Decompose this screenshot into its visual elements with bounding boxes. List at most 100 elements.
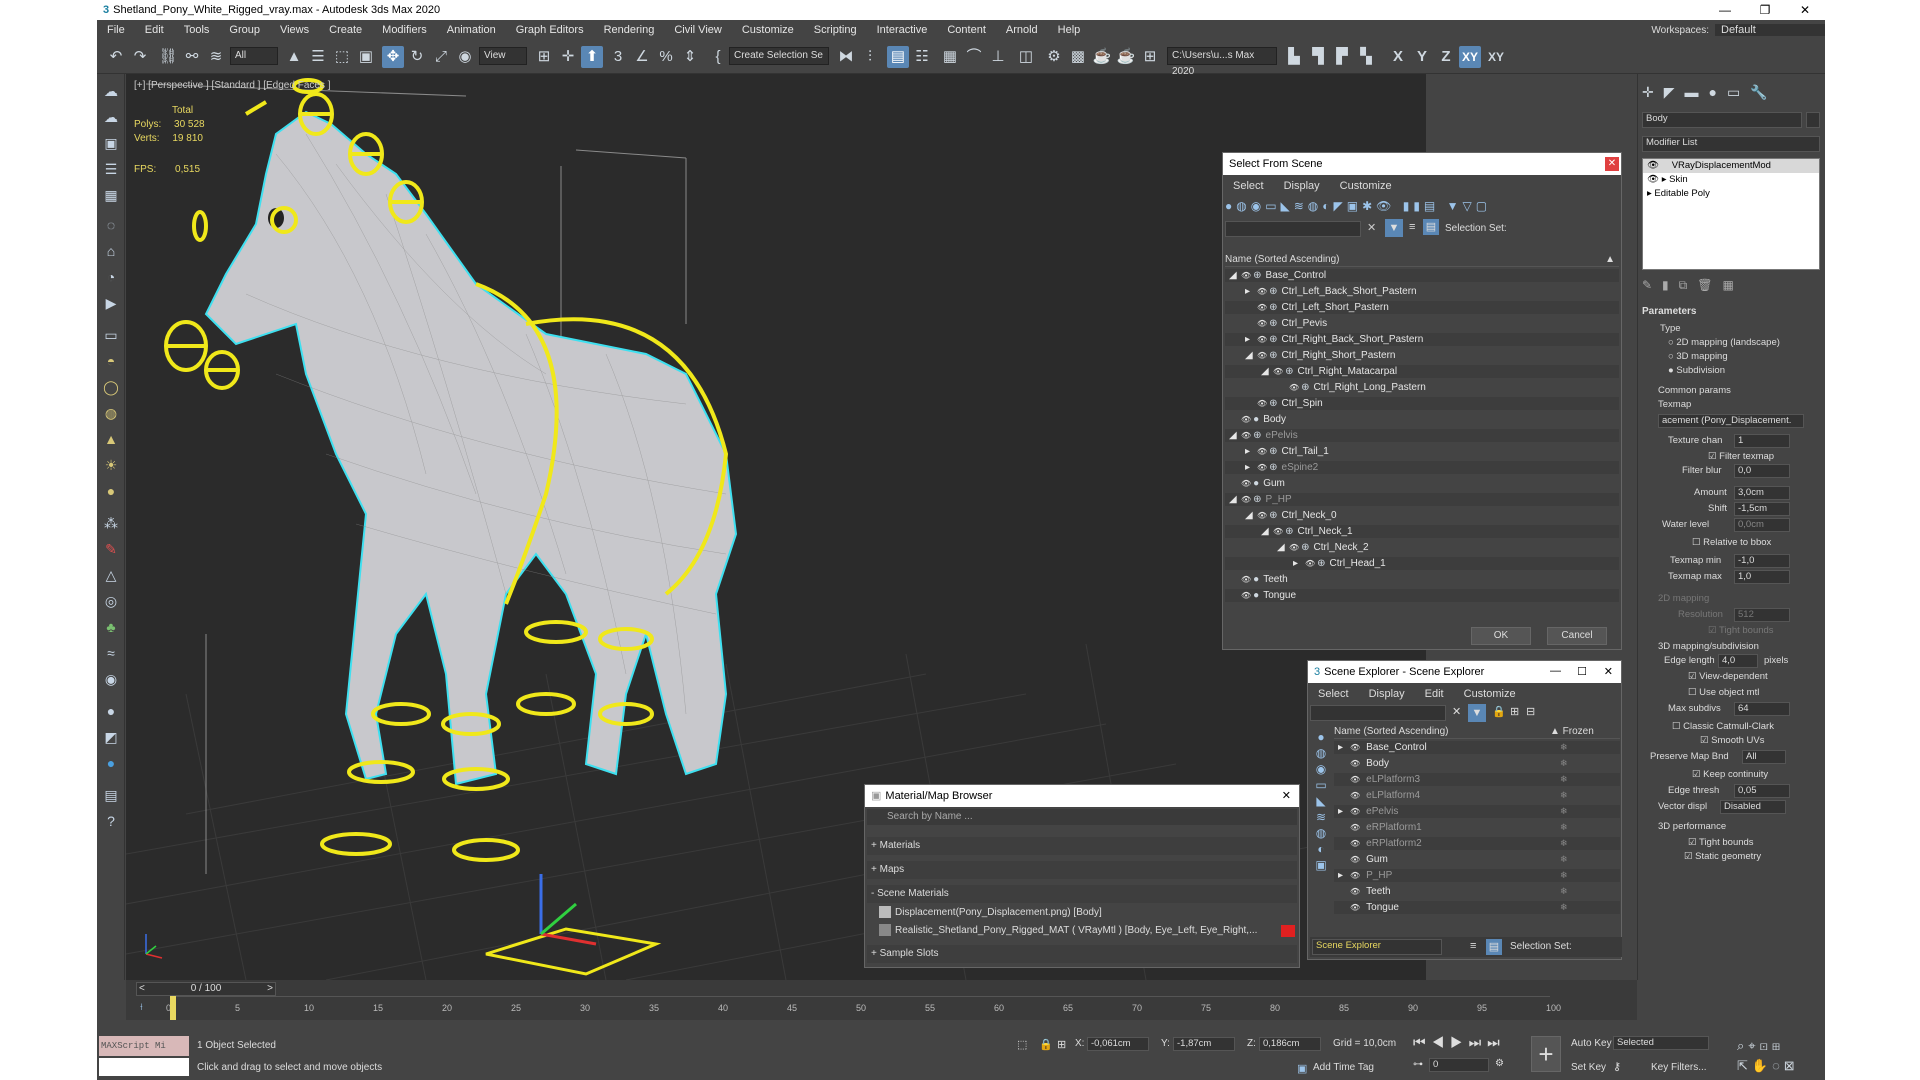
object-name-field[interactable]: Body bbox=[1642, 112, 1802, 128]
sphere-blue-icon[interactable]: ● bbox=[100, 752, 122, 774]
se-menu-select[interactable]: Select bbox=[1308, 685, 1359, 703]
sfs-row[interactable]: ◢ 👁 ⊕ Ctrl_Neck_2 bbox=[1225, 541, 1619, 554]
sfs-row[interactable]: ◢ 👁 ⊕ Ctrl_Right_Matacarpal bbox=[1225, 365, 1619, 378]
select-object-icon[interactable]: ▲ bbox=[283, 46, 305, 68]
isolate-icon[interactable]: ⬚ bbox=[1017, 1038, 1027, 1051]
visibility-eye-icon[interactable]: 👁 bbox=[1257, 287, 1267, 296]
freeze-icon[interactable]: ❄ bbox=[1560, 901, 1568, 914]
project-path-dropdown[interactable]: C:\Users\u...s Max 2020 bbox=[1167, 47, 1277, 77]
visibility-eye-icon[interactable]: 👁 bbox=[1241, 591, 1251, 600]
static-geometry-checkbox[interactable]: ☑ Static geometry bbox=[1638, 850, 1825, 864]
material-editor-icon[interactable]: ◫ bbox=[1015, 46, 1037, 68]
light-icon[interactable]: ◌ bbox=[100, 214, 122, 236]
expand-arrow-icon[interactable]: ▸ bbox=[1245, 333, 1257, 346]
texmap-min-spinner[interactable]: -1,0 bbox=[1734, 554, 1790, 568]
project-folder-icon[interactable]: ▙ bbox=[1283, 46, 1305, 68]
selection-set-icon[interactable]: ▤ bbox=[1423, 219, 1439, 235]
curve-editor-icon[interactable]: ⌒ bbox=[963, 46, 985, 68]
sfs-search-input[interactable] bbox=[1225, 221, 1361, 237]
scene-explorer-icon[interactable]: ▤ bbox=[887, 46, 909, 68]
viewport-config-icon[interactable]: ▛ bbox=[1331, 46, 1353, 68]
mb-search-input[interactable]: Search by Name ... bbox=[867, 809, 1297, 825]
redo-icon[interactable]: ↷ bbox=[129, 46, 151, 68]
pen-icon[interactable]: ✎ bbox=[100, 538, 122, 560]
se-lock-icon[interactable]: 🔒 bbox=[1492, 705, 1506, 718]
parameters-rollout[interactable]: Parameters bbox=[1642, 306, 1820, 320]
render-setup-icon[interactable]: ⚙ bbox=[1043, 46, 1065, 68]
visibility-eye-icon[interactable]: 👁 bbox=[1241, 495, 1251, 504]
texmap-button[interactable]: acement (Pony_Displacement. bbox=[1658, 414, 1804, 428]
ok-button[interactable]: OK bbox=[1471, 627, 1531, 645]
type-2d-radio[interactable]: ○ 2D mapping (landscape) bbox=[1638, 336, 1825, 350]
mb-section-sample-slots[interactable]: + Sample Slots bbox=[867, 945, 1297, 963]
sfs-row[interactable]: 👁 ⊕ Ctrl_Left_Short_Pastern bbox=[1225, 301, 1619, 314]
collapse-arrow-icon[interactable]: ◢ bbox=[1245, 349, 1257, 362]
visibility-eye-icon[interactable]: 👁 bbox=[1350, 823, 1360, 832]
visibility-eye-icon[interactable]: 👁 bbox=[1350, 887, 1360, 896]
se-row[interactable]: 👁 eLPlatform3 ❄ bbox=[1334, 773, 1620, 786]
collapse-arrow-icon[interactable]: ◢ bbox=[1261, 365, 1273, 378]
menu-graph-editors[interactable]: Graph Editors bbox=[506, 20, 594, 40]
texture-chan-spinner[interactable]: 1 bbox=[1734, 434, 1790, 448]
timeline-track[interactable]: 0 5 10 15 20 25 30 35 40 45 50 55 60 65 70 75 80 85 90 95 10… bbox=[166, 996, 1561, 1020]
sphere-icon[interactable]: ◓ bbox=[100, 350, 122, 372]
render-activeshade-icon[interactable]: ⊞ bbox=[1139, 46, 1161, 68]
plant-icon[interactable]: ♣ bbox=[100, 616, 122, 638]
expand-arrow-icon[interactable]: ▸ bbox=[1338, 805, 1350, 818]
time-tag-icon[interactable]: ▣ bbox=[1297, 1062, 1307, 1075]
script-icon[interactable]: ▤ bbox=[100, 784, 122, 806]
se-column-header[interactable]: Name (Sorted Ascending) ▲ Frozen bbox=[1334, 725, 1620, 739]
key-selection-dropdown[interactable]: Selected bbox=[1613, 1036, 1709, 1050]
sfs-row[interactable]: ◢ 👁 ⊕ ePelvis bbox=[1225, 429, 1619, 442]
se-row[interactable]: 👁 Gum ❄ bbox=[1334, 853, 1620, 866]
current-frame-field[interactable]: 0 bbox=[1429, 1058, 1489, 1072]
sfs-column-header[interactable]: Name (Sorted Ascending) ▲ bbox=[1225, 253, 1619, 267]
se-row[interactable]: 👁 Teeth ❄ bbox=[1334, 885, 1620, 898]
film-icon[interactable]: ▶ bbox=[100, 292, 122, 314]
se-selset-icon[interactable]: ▤ bbox=[1486, 939, 1502, 955]
sun-icon[interactable]: ☀ bbox=[100, 454, 122, 476]
menu-animation[interactable]: Animation bbox=[437, 20, 506, 40]
set-key-big-button[interactable]: + bbox=[1531, 1036, 1561, 1072]
sfs-menu-select[interactable]: Select bbox=[1223, 177, 1274, 195]
use-object-mtl-checkbox[interactable]: ☐ Use object mtl bbox=[1638, 686, 1825, 700]
sfs-menu-customize[interactable]: Customize bbox=[1330, 177, 1402, 195]
placement-icon[interactable]: ◉ bbox=[454, 46, 476, 68]
collapse-arrow-icon[interactable]: ◢ bbox=[1229, 269, 1241, 282]
tight-bounds2-checkbox[interactable]: ☑ Tight bounds bbox=[1638, 836, 1825, 850]
se-close-icon[interactable]: ✕ bbox=[1604, 665, 1613, 678]
amount-spinner[interactable]: 3,0cm bbox=[1734, 486, 1790, 500]
se-row[interactable]: 👁 Tongue ❄ bbox=[1334, 901, 1620, 914]
coord-x-field[interactable]: -0,061cm bbox=[1087, 1037, 1149, 1051]
menu-group[interactable]: Group bbox=[219, 20, 270, 40]
sfs-row[interactable]: 👁 ⊕ Ctrl_Spin bbox=[1225, 397, 1619, 410]
layers-icon[interactable]: ≡ bbox=[1409, 221, 1415, 233]
sfs-row[interactable]: 👁 ● Body bbox=[1225, 413, 1619, 426]
named-selection-dropdown[interactable]: Create Selection Se bbox=[729, 47, 829, 65]
triangle-icon[interactable]: △ bbox=[100, 564, 122, 586]
visibility-eye-icon[interactable]: 👁 bbox=[1289, 543, 1299, 552]
mirror-icon[interactable]: ⧓ bbox=[835, 46, 857, 68]
sfs-row[interactable]: ▸ 👁 ⊕ eSpine2 bbox=[1225, 461, 1619, 474]
clear-search-icon[interactable]: ✕ bbox=[1367, 221, 1376, 234]
visibility-eye-icon[interactable]: 👁 bbox=[1350, 871, 1360, 880]
globe-icon[interactable]: ◎ bbox=[100, 590, 122, 612]
freeze-icon[interactable]: ❄ bbox=[1560, 805, 1568, 818]
material-icon[interactable]: ◩ bbox=[100, 726, 122, 748]
menu-interactive[interactable]: Interactive bbox=[867, 20, 938, 40]
view-dependent-checkbox[interactable]: ☑ View-dependent bbox=[1638, 670, 1825, 684]
render-production-icon[interactable]: ☕ bbox=[1091, 46, 1113, 68]
playback-controls[interactable]: ⏮◀▶⏭⏭ bbox=[1413, 1034, 1523, 1054]
se-layers-icon[interactable]: ≡ bbox=[1470, 940, 1476, 952]
menu-rendering[interactable]: Rendering bbox=[594, 20, 665, 40]
se-explorer-dropdown[interactable]: Scene Explorer bbox=[1312, 939, 1442, 955]
filter-icon[interactable]: ▼ bbox=[1385, 219, 1403, 237]
time-prev-icon[interactable]: < bbox=[139, 983, 145, 995]
visibility-eye-icon[interactable]: 👁 bbox=[1257, 351, 1267, 360]
visibility-eye-icon[interactable]: 👁 bbox=[1350, 775, 1360, 784]
visibility-eye-icon[interactable]: 👁 bbox=[1257, 447, 1267, 456]
mb-item-displacement[interactable]: Displacement(Pony_Displacement.png) [Bod… bbox=[879, 905, 1295, 921]
ball-icon[interactable]: ● bbox=[100, 700, 122, 722]
menu-arnold[interactable]: Arnold bbox=[996, 20, 1048, 40]
visibility-eye-icon[interactable]: 👁 bbox=[1257, 303, 1267, 312]
